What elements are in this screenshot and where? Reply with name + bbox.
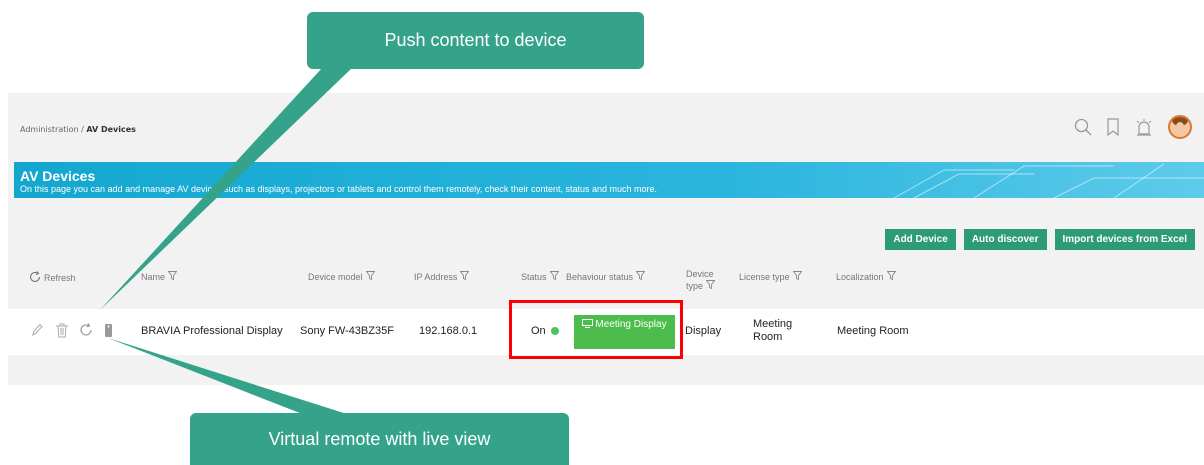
- column-header-license[interactable]: License type: [739, 271, 802, 282]
- filter-icon[interactable]: [886, 271, 896, 282]
- column-header-status[interactable]: Status: [521, 271, 559, 282]
- refresh-icon: [29, 271, 41, 285]
- bookmark-icon[interactable]: [1106, 118, 1120, 136]
- column-header-localization[interactable]: Localization: [836, 271, 896, 282]
- virtual-remote-callout: Virtual remote with live view: [190, 413, 569, 465]
- filter-icon[interactable]: [365, 271, 375, 282]
- push-content-icon[interactable]: [79, 323, 93, 342]
- column-header-model-label: Device model: [308, 271, 363, 282]
- behaviour-status-highlight-box: [509, 300, 683, 359]
- filter-icon[interactable]: [167, 271, 178, 282]
- search-icon[interactable]: [1074, 118, 1092, 136]
- device-type: Display: [685, 325, 722, 337]
- alarm-icon[interactable]: [1134, 118, 1154, 136]
- add-device-button[interactable]: Add Device: [885, 229, 956, 250]
- refresh-button[interactable]: Refresh: [29, 271, 76, 285]
- column-header-model[interactable]: Device model: [308, 271, 375, 282]
- push-content-callout: Push content to device: [307, 12, 644, 69]
- filter-icon[interactable]: [459, 271, 470, 282]
- filter-icon[interactable]: [792, 271, 802, 282]
- column-header-ip[interactable]: IP Address: [414, 271, 470, 282]
- column-header-license-label: License type: [739, 271, 790, 282]
- column-header-type-label-2: type: [686, 280, 704, 291]
- column-header-behaviour-label: Behaviour status: [566, 271, 634, 282]
- column-header-status-label: Status: [521, 271, 547, 282]
- avatar[interactable]: [1168, 115, 1192, 139]
- column-header-type-label-1: Device: [686, 269, 714, 279]
- trash-icon[interactable]: [55, 323, 69, 343]
- filter-icon[interactable]: [549, 271, 559, 282]
- column-header-type[interactable]: Device type: [686, 269, 716, 292]
- column-header-behaviour[interactable]: Behaviour status: [566, 271, 646, 282]
- device-model: Sony FW-43BZ35F: [300, 325, 394, 337]
- localization: Meeting Room: [837, 325, 909, 337]
- import-devices-button[interactable]: Import devices from Excel: [1054, 229, 1195, 250]
- refresh-label: Refresh: [44, 273, 76, 283]
- page-description: On this page you can add and manage AV d…: [20, 184, 658, 194]
- top-toolbar: [1074, 115, 1192, 139]
- breadcrumb: Administration / AV Devices: [20, 125, 136, 134]
- remote-control-icon[interactable]: [104, 323, 113, 343]
- breadcrumb-parent[interactable]: Administration: [20, 125, 79, 134]
- filter-icon[interactable]: [635, 271, 646, 282]
- device-name[interactable]: BRAVIA Professional Display: [141, 325, 283, 337]
- breadcrumb-current: AV Devices: [86, 125, 136, 134]
- column-header-name-label: Name: [141, 271, 166, 282]
- action-buttons: Add Device Auto discover Import devices …: [885, 229, 1195, 250]
- column-header-localization-label: Localization: [836, 271, 884, 282]
- edit-icon[interactable]: [31, 323, 43, 342]
- auto-discover-button[interactable]: Auto discover: [963, 229, 1047, 250]
- page-banner: AV Devices On this page you can add and …: [14, 162, 1204, 198]
- column-header-ip-label: IP Address: [414, 271, 458, 282]
- filter-icon[interactable]: [705, 280, 716, 292]
- license-type: Meeting Room: [753, 318, 793, 343]
- ip-address: 192.168.0.1: [419, 325, 478, 337]
- page-title: AV Devices: [20, 168, 96, 184]
- column-header-name[interactable]: Name: [141, 271, 178, 282]
